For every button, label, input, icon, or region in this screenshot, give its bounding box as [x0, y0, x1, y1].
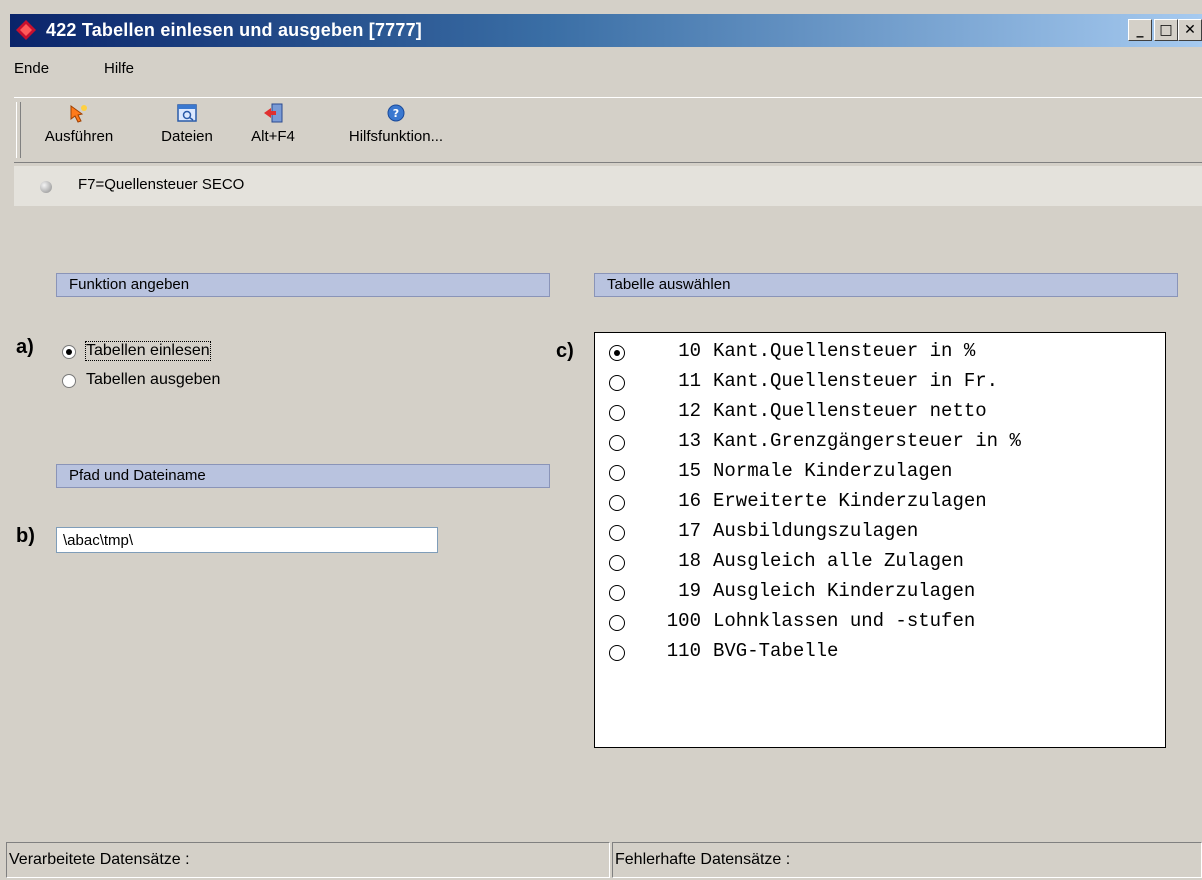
status-bar: Verarbeitete Datensätze : Fehlerhafte Da…	[0, 842, 1202, 880]
table-name: Normale Kinderzulagen	[713, 460, 953, 482]
table-row-19[interactable]: 19 Ausgleich Kinderzulagen	[595, 576, 1165, 606]
table-name: Kant.Grenzgängersteuer in %	[713, 430, 1021, 452]
files-button[interactable]: Dateien	[150, 102, 224, 145]
help-label: Hilfsfunktion...	[348, 128, 444, 145]
table-radio[interactable]	[609, 405, 625, 421]
table-radio[interactable]	[609, 645, 625, 661]
title-bar: 422 Tabellen einlesen und ausgeben [7777…	[10, 14, 1202, 47]
svg-text:?: ?	[393, 107, 399, 120]
table-number: 12	[678, 400, 701, 422]
marker-a: a)	[16, 336, 34, 358]
table-name: Kant.Quellensteuer netto	[713, 400, 987, 422]
table-row-110[interactable]: 110 BVG-Tabelle	[595, 636, 1165, 666]
files-label: Dateien	[161, 128, 213, 145]
table-radio[interactable]	[609, 345, 625, 361]
close-button[interactable]: ✕	[1178, 19, 1202, 41]
function-section-header: Funktion angeben	[56, 273, 550, 297]
table-row-15[interactable]: 15 Normale Kinderzulagen	[595, 456, 1165, 486]
menu-ende[interactable]: Ende	[14, 60, 49, 77]
table-radio[interactable]	[609, 465, 625, 481]
table-name: BVG-Tabelle	[713, 640, 839, 662]
path-section-header: Pfad und Dateiname	[56, 464, 550, 488]
table-number: 15	[678, 460, 701, 482]
exit-door-icon	[264, 103, 283, 123]
marker-c: c)	[556, 340, 574, 362]
radio-write[interactable]	[62, 374, 76, 388]
info-text: F7=Quellensteuer SECO	[78, 176, 245, 193]
table-number: 19	[678, 580, 701, 602]
table-name: Erweiterte Kinderzulagen	[713, 490, 987, 512]
altf4-button[interactable]: Alt+F4	[238, 102, 308, 145]
marker-b: b)	[16, 525, 35, 547]
help-icon: ?	[387, 104, 405, 122]
files-icon	[177, 104, 197, 122]
table-row-10[interactable]: 10 Kant.Quellensteuer in %	[595, 336, 1165, 366]
table-radio[interactable]	[609, 555, 625, 571]
table-name: Lohnklassen und -stufen	[713, 610, 976, 632]
table-number: 11	[678, 370, 701, 392]
error-records-status: Fehlerhafte Datensätze :	[612, 842, 1202, 878]
window-title: 422 Tabellen einlesen und ausgeben [7777…	[46, 20, 422, 40]
table-number: 18	[678, 550, 701, 572]
table-number: 110	[666, 640, 701, 662]
table-row-12[interactable]: 12 Kant.Quellensteuer netto	[595, 396, 1165, 426]
table-row-13[interactable]: 13 Kant.Grenzgängersteuer in %	[595, 426, 1165, 456]
table-row-11[interactable]: 11 Kant.Quellensteuer in Fr.	[595, 366, 1165, 396]
help-button[interactable]: ? Hilfsfunktion...	[326, 102, 466, 145]
table-row-100[interactable]: 100 Lohnklassen und -stufen	[595, 606, 1165, 636]
radio-write-label[interactable]: Tabellen ausgeben	[86, 371, 220, 389]
table-row-16[interactable]: 16 Erweiterte Kinderzulagen	[595, 486, 1165, 516]
altf4-label: Alt+F4	[251, 128, 295, 145]
radio-read-label[interactable]: Tabellen einlesen	[85, 341, 211, 361]
table-name: Ausgleich alle Zulagen	[713, 550, 964, 572]
table-number: 10	[678, 340, 701, 362]
table-radio[interactable]	[609, 585, 625, 601]
table-name: Ausgleich Kinderzulagen	[713, 580, 976, 602]
table-name: Kant.Quellensteuer in Fr.	[713, 370, 999, 392]
table-number: 13	[678, 430, 701, 452]
menu-bar: Ende Hilfe	[10, 52, 1202, 86]
run-label: Ausführen	[44, 128, 114, 145]
toolbar-grip	[16, 102, 21, 158]
table-radio[interactable]	[609, 435, 625, 451]
radio-read[interactable]	[62, 345, 76, 359]
run-button[interactable]: Ausführen	[24, 102, 134, 145]
table-section-header: Tabelle auswählen	[594, 273, 1178, 297]
processed-records-status: Verarbeitete Datensätze :	[6, 842, 610, 878]
table-number: 16	[678, 490, 701, 512]
status-dot-icon	[40, 181, 52, 193]
app-diamond-icon	[16, 20, 36, 40]
table-name: Kant.Quellensteuer in %	[713, 340, 976, 362]
maximize-button[interactable]: □	[1154, 19, 1178, 41]
table-radio[interactable]	[609, 375, 625, 391]
run-icon	[70, 105, 87, 123]
table-number: 100	[666, 610, 701, 632]
table-row-17[interactable]: 17 Ausbildungszulagen	[595, 516, 1165, 546]
table-radio[interactable]	[609, 525, 625, 541]
toolbar: Ausführen Dateien Alt+F4 ? Hilfsfunktion…	[14, 97, 1202, 163]
minimize-button[interactable]: _	[1128, 19, 1152, 41]
menu-hilfe[interactable]: Hilfe	[104, 60, 134, 77]
table-number: 17	[678, 520, 701, 542]
table-list[interactable]: 10 Kant.Quellensteuer in % 11 Kant.Quell…	[594, 332, 1166, 748]
table-row-18[interactable]: 18 Ausgleich alle Zulagen	[595, 546, 1165, 576]
table-name: Ausbildungszulagen	[713, 520, 919, 542]
table-radio[interactable]	[609, 615, 625, 631]
table-radio[interactable]	[609, 495, 625, 511]
info-bar: F7=Quellensteuer SECO	[14, 166, 1202, 206]
path-input[interactable]	[56, 527, 438, 553]
